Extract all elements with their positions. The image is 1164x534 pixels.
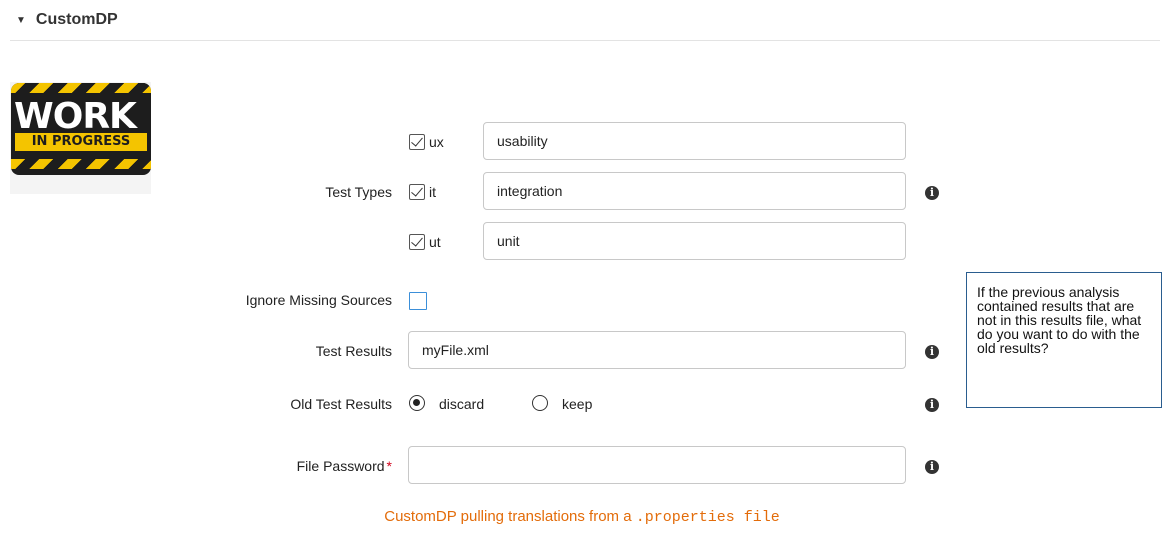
test-results-label: Test Results	[315, 343, 392, 359]
ignore-missing-sources-checkbox[interactable]	[409, 292, 427, 310]
file-password-label: File Password *	[200, 458, 392, 474]
radio-keep-label: keep	[562, 396, 593, 412]
section-title: CustomDP	[35, 11, 118, 28]
section-header[interactable]: ▼ CustomDP	[10, 0, 1160, 41]
ignore-missing-sources-label: Ignore Missing Sources	[245, 292, 392, 308]
checkbox-ux-label: ux	[429, 134, 444, 150]
info-icon[interactable]: i	[925, 460, 939, 474]
radio-discard-label: discard	[439, 396, 485, 412]
file-password-input[interactable]	[408, 446, 906, 484]
required-mark: *	[386, 458, 392, 474]
checkbox-ux[interactable]	[409, 134, 425, 150]
ut-name-input[interactable]: unit	[483, 222, 906, 260]
checkbox-it[interactable]	[409, 184, 425, 200]
radio-discard[interactable]	[409, 395, 425, 411]
work-in-progress-logo: WORK IN PROGRESS	[10, 82, 151, 194]
test-types-label: Test Types	[325, 184, 392, 200]
caption-code: .properties file	[635, 509, 780, 526]
checkbox-ut-label: ut	[429, 234, 441, 250]
radio-keep[interactable]	[532, 395, 548, 411]
file-password-label-text: File Password	[296, 458, 385, 474]
logo-word-in-progress: IN PROGRESS	[15, 133, 147, 151]
caption-text: CustomDP pulling translations from a	[384, 508, 636, 525]
old-test-results-label: Old Test Results	[290, 396, 392, 412]
figure-caption: CustomDP pulling translations from a .pr…	[0, 508, 1164, 526]
caret-down-icon[interactable]: ▼	[16, 15, 26, 26]
info-icon[interactable]: i	[925, 345, 939, 359]
help-tooltip: If the previous analysis contained resul…	[966, 272, 1162, 408]
it-name-input[interactable]: integration	[483, 172, 906, 210]
test-results-input[interactable]: myFile.xml	[408, 331, 906, 369]
checkbox-ut[interactable]	[409, 234, 425, 250]
info-icon[interactable]: i	[925, 186, 939, 200]
info-icon[interactable]: i	[925, 398, 939, 412]
logo-word-work: WORK	[14, 96, 137, 137]
ux-name-input[interactable]: usability	[483, 122, 906, 160]
checkbox-it-label: it	[429, 184, 436, 200]
